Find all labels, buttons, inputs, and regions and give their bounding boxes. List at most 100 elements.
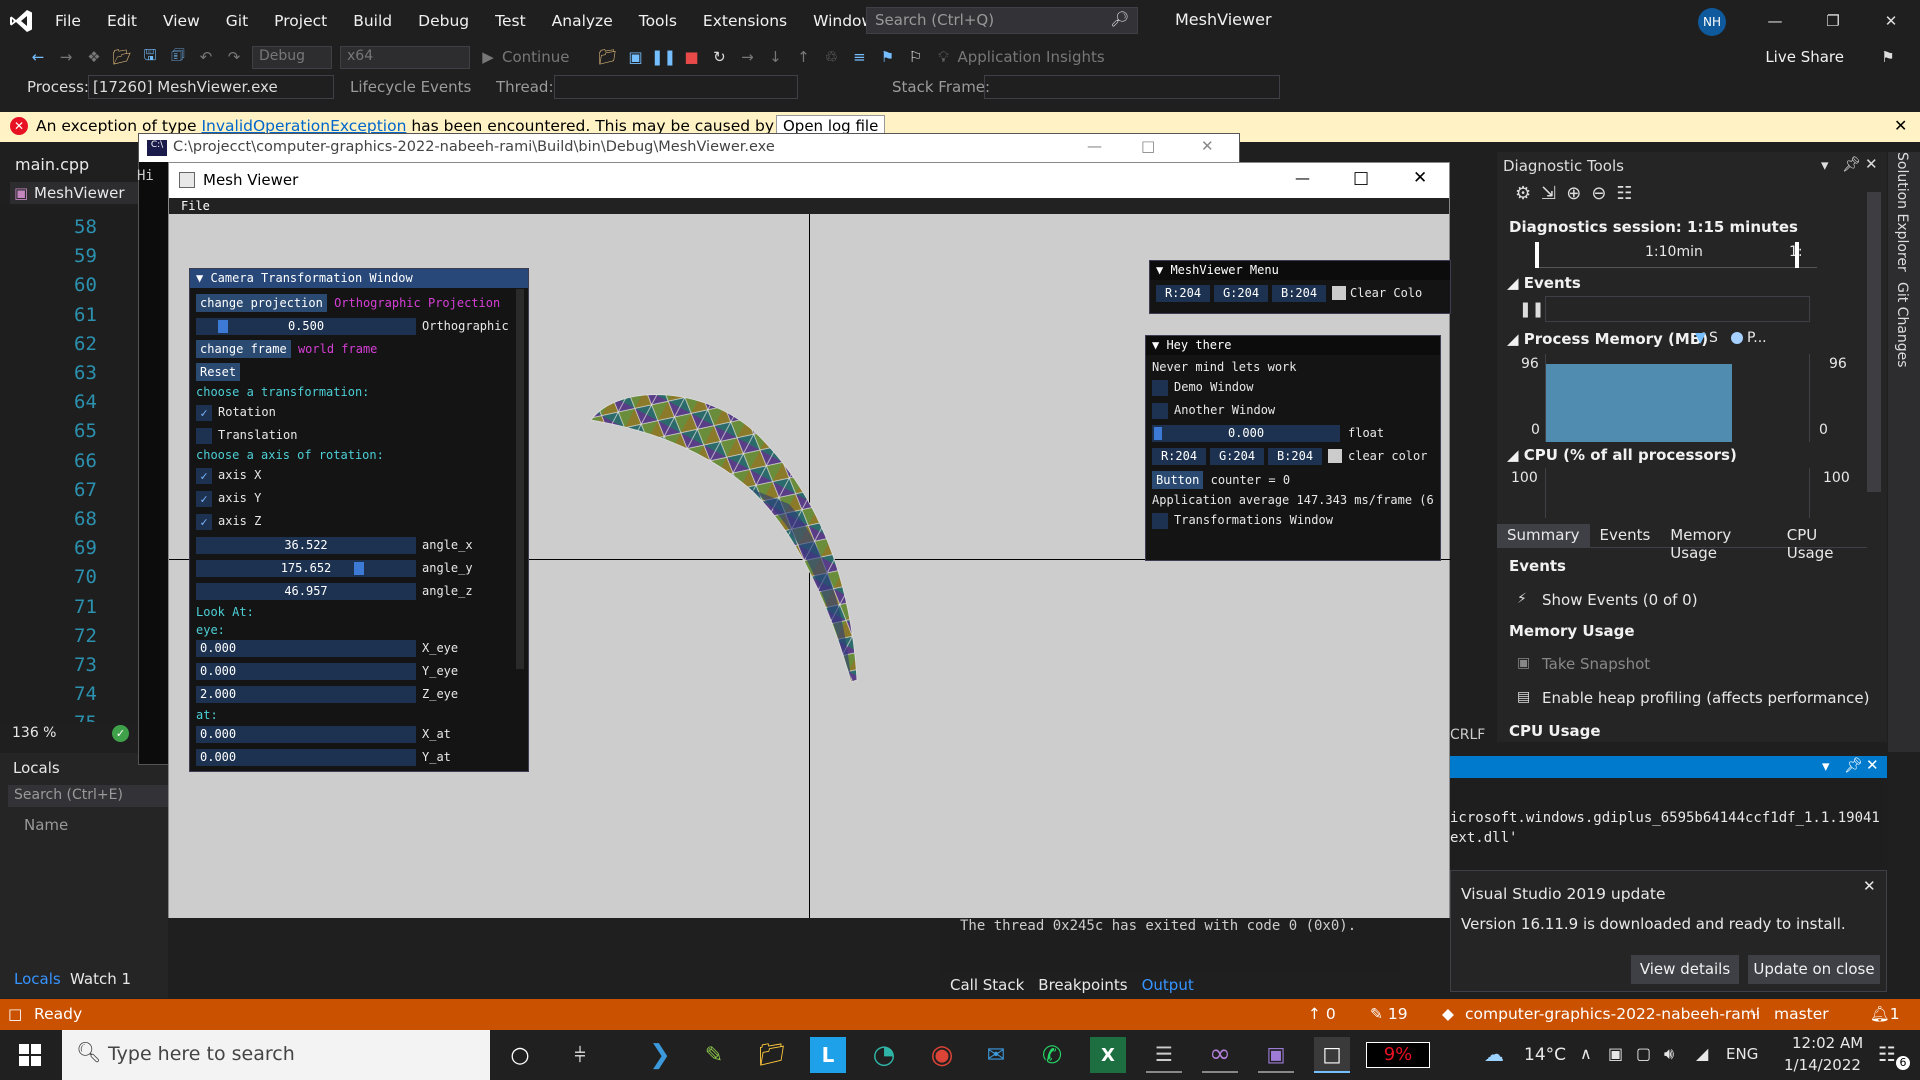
change-projection-button[interactable]: change projection xyxy=(196,294,327,312)
axis-y-checkbox[interactable]: ✓ axis Y xyxy=(196,489,261,507)
pin-icon[interactable]: ▾ xyxy=(1821,156,1829,174)
insights-icon[interactable]: 💡︎ xyxy=(931,45,955,69)
translation-checkbox[interactable]: Translation xyxy=(196,426,297,444)
config-dropdown[interactable]: Debug xyxy=(252,45,332,69)
take-snapshot-button[interactable]: Take Snapshot xyxy=(1542,655,1650,673)
line-ending-indicator[interactable]: CRLF xyxy=(1450,727,1485,743)
angle-y-slider[interactable]: 175.652 xyxy=(196,560,416,577)
rotation-checkbox[interactable]: ✓ Rotation xyxy=(196,403,276,421)
notepadpp-icon[interactable]: ✎ xyxy=(696,1037,732,1073)
hey-r-input[interactable]: R:204 xyxy=(1152,448,1206,465)
menu-tools[interactable]: Tools xyxy=(626,0,690,42)
open-folder-icon[interactable]: 📂︎ xyxy=(110,45,134,69)
step-into-icon[interactable]: ↓ xyxy=(763,45,787,69)
orthographic-slider[interactable]: 0.500 xyxy=(196,318,416,335)
pause-events-icon[interactable]: ❚❚ xyxy=(1519,300,1544,318)
console-app-icon[interactable]: ▣ xyxy=(1258,1037,1294,1073)
update-on-close-button[interactable]: Update on close xyxy=(1748,955,1880,984)
undo-icon[interactable]: ↶ xyxy=(194,45,218,69)
menu-file[interactable]: File xyxy=(181,199,210,213)
thread-dropdown[interactable] xyxy=(554,75,798,99)
menu-test[interactable]: Test xyxy=(482,0,539,42)
settings-icon[interactable]: ⚙ xyxy=(1515,183,1531,204)
y-eye-input[interactable]: 0.000 xyxy=(196,663,416,680)
continue-button[interactable]: Continue xyxy=(502,48,569,66)
weather-temp[interactable]: 14°C xyxy=(1524,1045,1566,1065)
redo-icon[interactable]: ↷ xyxy=(222,45,246,69)
tray-meet-icon[interactable]: ▢ xyxy=(1636,1044,1651,1063)
demo-window-checkbox[interactable]: Demo Window xyxy=(1152,378,1253,396)
menu-git[interactable]: Git xyxy=(213,0,261,42)
zoom-out-icon[interactable]: ⊖ xyxy=(1591,183,1606,204)
back-icon[interactable]: ← xyxy=(26,45,50,69)
menu-analyze[interactable]: Analyze xyxy=(539,0,626,42)
console-minimize-icon[interactable]: — xyxy=(1087,137,1102,155)
stack-frame-dropdown[interactable] xyxy=(984,75,1280,99)
mesh-viewer-window[interactable]: Mesh Viewer — □ ✕ File ▼ Camera Transfor… xyxy=(168,162,1451,918)
angle-z-slider[interactable]: 46.957 xyxy=(196,583,416,600)
cortana-icon[interactable]: ○ xyxy=(502,1037,538,1073)
timeline-start-marker[interactable] xyxy=(1535,242,1539,268)
save-all-icon[interactable]: 🗊︎ xyxy=(166,45,190,69)
diag-scrollbar[interactable] xyxy=(1867,192,1881,492)
tab-solution-explorer[interactable]: Solution Explorer xyxy=(1894,152,1910,272)
events-header[interactable]: ◢ Events xyxy=(1507,274,1581,292)
live-share-button[interactable]: Live Share xyxy=(1765,48,1844,66)
tab-main-cpp[interactable]: main.cpp xyxy=(15,155,89,174)
console-close-icon[interactable]: ✕ xyxy=(1201,137,1214,155)
branch-name[interactable]: master xyxy=(1774,1005,1829,1023)
locals-search-input[interactable]: Search (Ctrl+E) xyxy=(8,785,168,807)
chrome-icon[interactable]: ◉ xyxy=(924,1037,960,1073)
app-insights-dropdown[interactable]: Application Insights xyxy=(957,48,1104,66)
slider-grab[interactable] xyxy=(1154,427,1162,440)
menu-view[interactable]: View xyxy=(150,0,213,42)
menu-edit[interactable]: Edit xyxy=(94,0,150,42)
process-dropdown[interactable]: [17260] MeshViewer.exe xyxy=(88,75,334,99)
menu-extensions[interactable]: Extensions xyxy=(690,0,800,42)
action-center-icon[interactable]: ☷ xyxy=(1878,1042,1896,1066)
visual-studio-icon[interactable]: ∞ xyxy=(1202,1037,1238,1073)
mail-icon[interactable]: ✉ xyxy=(978,1037,1014,1073)
edge-icon[interactable]: ◔ xyxy=(866,1037,902,1073)
scope-dropdown[interactable]: ▣ MeshViewer xyxy=(10,182,138,204)
avatar[interactable]: NH xyxy=(1698,8,1726,36)
task-view-icon[interactable]: ⫩ xyxy=(562,1037,598,1073)
new-project-icon[interactable]: ❖ xyxy=(82,45,106,69)
reset-zoom-icon[interactable]: ☷ xyxy=(1616,183,1632,204)
diag-tab-memory-usage[interactable]: Memory Usage xyxy=(1660,524,1776,562)
bookmark-flag-icon[interactable]: ⚐ xyxy=(903,45,927,69)
step-over-icon[interactable]: → xyxy=(735,45,759,69)
pending-changes-indicator[interactable]: ✎ 19 xyxy=(1370,1005,1408,1023)
restore-icon[interactable]: ❐ xyxy=(1804,0,1862,42)
step-out-icon[interactable]: ↑ xyxy=(791,45,815,69)
clock-time[interactable]: 12:02 AM xyxy=(1792,1034,1863,1052)
stop-icon[interactable]: ■ xyxy=(679,45,703,69)
float-slider[interactable]: 0.000 xyxy=(1152,425,1340,442)
show-events-link[interactable]: Show Events (0 of 0) xyxy=(1542,591,1698,609)
platform-dropdown[interactable]: x64 xyxy=(340,45,470,69)
hey-b-input[interactable]: B:204 xyxy=(1268,448,1322,465)
y-at-input[interactable]: 0.000 xyxy=(196,749,416,766)
infobar-close-icon[interactable]: ✕ xyxy=(1894,116,1907,135)
diag-tab-cpu-usage[interactable]: CPU Usage xyxy=(1777,524,1867,562)
clock-date[interactable]: 1/14/2022 xyxy=(1784,1056,1861,1074)
clear-color-swatch[interactable] xyxy=(1328,449,1342,463)
file-explorer-icon[interactable]: 📁︎ xyxy=(754,1037,790,1073)
vscode-icon[interactable]: ❯ xyxy=(642,1037,678,1073)
axis-x-checkbox[interactable]: ✓ axis X xyxy=(196,466,261,484)
close-icon[interactable]: ✕ xyxy=(1862,0,1920,42)
window-scrollbar[interactable] xyxy=(516,289,524,669)
hey-there-window[interactable]: ▼ Hey there Never mind lets work Demo Wi… xyxy=(1145,335,1441,561)
menu-file[interactable]: File xyxy=(42,0,94,42)
slider-grab[interactable] xyxy=(354,562,364,575)
meshviewer-menu-window[interactable]: ▼ MeshViewer Menu R:204 G:204 B:204 Clea… xyxy=(1149,260,1451,314)
console-maximize-icon[interactable]: □ xyxy=(1141,137,1155,155)
search-input[interactable]: Search (Ctrl+Q) 🔎︎ xyxy=(866,7,1138,34)
terminal-icon[interactable]: ☰ xyxy=(1146,1037,1182,1073)
continue-icon[interactable]: ▶ xyxy=(476,45,500,69)
push-indicator[interactable]: ↑ 0 xyxy=(1308,1005,1336,1023)
hot-reload-icon[interactable]: ♲ xyxy=(819,45,843,69)
code-editor[interactable]: 585960616263646566676869707172737475 xyxy=(0,206,140,734)
forward-icon[interactable]: → xyxy=(54,45,78,69)
thread-icon[interactable]: ≡ xyxy=(847,45,871,69)
